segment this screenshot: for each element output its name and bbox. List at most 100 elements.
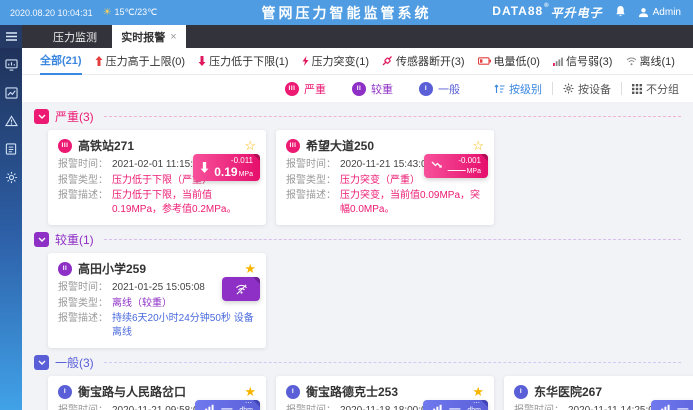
alarm-card[interactable]: I 衡宝路与人民路岔口 ★ 报警时间：2020-11-21 09:58:00 报… — [48, 376, 266, 410]
station-name: 衡宝路德克士253 — [306, 383, 466, 400]
alarm-type: 离线（较重） — [112, 297, 172, 311]
brand-logo: DATA88®平升电子 — [492, 4, 602, 21]
offline-badge — [222, 277, 260, 301]
username: Admin — [653, 7, 681, 18]
alarm-desc: 压力突变，当前值0.09MPa，突幅0.0MPa。 — [340, 189, 484, 216]
arrow-up-icon — [95, 56, 103, 66]
tab-pressure-monitor[interactable]: 压力监测 — [38, 25, 112, 48]
grid-icon — [632, 84, 642, 94]
general-level-icon: I — [58, 385, 72, 399]
alarm-card[interactable]: II 高田小学259 ★ 报警时间：2021-01-25 15:05:08 报警… — [48, 253, 266, 348]
pressure-value: —— — [448, 166, 466, 175]
signal-value-badge: ⋯ — dbm — [651, 400, 693, 410]
star-icon[interactable]: ★ — [244, 262, 256, 275]
collapse-chevron-icon[interactable] — [34, 109, 49, 124]
filter-all[interactable]: 全部(21) — [40, 47, 82, 75]
more-icon: ⋯ — [245, 400, 252, 407]
station-name: 东华医院267 — [534, 383, 693, 400]
station-name: 衡宝路与人民路岔口 — [78, 383, 238, 400]
more-icon: ⋯ — [473, 400, 480, 407]
section-severe-header: 严重(3) — [34, 108, 681, 125]
collapse-chevron-icon[interactable] — [34, 232, 49, 247]
menu-icon[interactable] — [0, 25, 22, 48]
tab-realtime-alarm[interactable]: 实时报警 × — [112, 25, 186, 48]
signal-value: — — [677, 403, 688, 410]
alarm-desc: 持续6天20小时24分钟50秒 设备离线 — [112, 312, 256, 339]
bell-icon[interactable] — [615, 4, 626, 22]
divider — [104, 362, 681, 363]
alarm-card[interactable]: I 衡宝路德克士253 ★ 报警时间：2020-11-18 18:00:00 报… — [276, 376, 494, 410]
station-name: 高铁站271 — [78, 137, 238, 154]
signal-bars-icon — [202, 404, 214, 410]
filter-sensor-disconnect[interactable]: 传感器断开(3) — [382, 48, 464, 74]
alarm-time: 2020-11-18 18:00:00 — [340, 404, 432, 410]
user-menu[interactable]: Admin — [638, 7, 681, 18]
star-icon[interactable]: ☆ — [244, 139, 256, 152]
alarm-time: 2020-11-21 09:58:00 — [112, 404, 204, 410]
filter-pressure-high[interactable]: 压力高于上限(0) — [95, 48, 185, 74]
filter-pressure-surge[interactable]: 压力突变(1) — [302, 48, 369, 74]
chip-moderate[interactable]: II 较重 — [352, 81, 393, 97]
settings-gear-icon[interactable] — [0, 166, 22, 188]
chart-icon[interactable] — [0, 82, 22, 104]
alarm-time: 2020-11-21 15:43:00 — [340, 158, 432, 172]
divider — [552, 82, 553, 95]
pressure-surge-badge: -0.001 ——MPa — [424, 154, 488, 178]
pressure-delta: -0.011 — [231, 157, 253, 165]
sensor-disconnect-icon — [382, 56, 393, 66]
alarm-card[interactable]: III 高铁站271 ☆ 报警时间：2021-02-01 11:15:00 报警… — [48, 130, 266, 225]
top-bar: 2020.08.20 10:04:31 ☀ 15℃/23℃ 管网压力智能监管系统… — [0, 0, 693, 25]
monitor-icon[interactable] — [0, 54, 22, 76]
divider — [104, 116, 681, 117]
group-by-device-button[interactable]: 按设备 — [563, 81, 611, 97]
window-tabbar: 压力监测 实时报警 × — [22, 25, 693, 48]
wifi-off-icon — [235, 284, 248, 295]
filter-battery-low[interactable]: 电量低(0) — [478, 48, 540, 74]
station-name: 高田小学259 — [78, 260, 238, 277]
gear-icon — [563, 83, 574, 94]
pressure-unit: MPa — [239, 171, 253, 178]
alarm-icon[interactable] — [0, 110, 22, 132]
user-icon — [638, 7, 649, 18]
severity-toolbar: III 严重 II 较重 I 一般 按级别 — [22, 75, 693, 102]
weather: ☀ 15℃/23℃ — [103, 7, 158, 18]
arrow-down-icon — [200, 162, 209, 173]
chip-severe[interactable]: III 严重 — [285, 81, 326, 97]
moderate-level-icon: II — [352, 82, 366, 96]
alarm-card[interactable]: I 东华医院267 ☆ 报警时间：2020-11-11 14:25:00 报警类… — [504, 376, 693, 410]
alarm-time: 2021-01-25 15:05:08 — [112, 281, 205, 295]
close-tab-icon[interactable]: × — [170, 31, 176, 43]
pressure-delta: -0.001 — [458, 157, 481, 165]
alarm-time: 2020-11-11 14:25:00 — [568, 404, 659, 410]
pressure-value: 0.19 — [214, 166, 237, 178]
battery-low-icon — [478, 57, 491, 65]
ungrouped-button[interactable]: 不分组 — [632, 81, 679, 97]
station-name: 希望大道250 — [306, 137, 466, 154]
filter-offline[interactable]: 离线(1) — [626, 48, 675, 74]
group-by-level-button[interactable]: 按级别 — [494, 81, 542, 97]
filter-pressure-low[interactable]: 压力低于下限(1) — [198, 48, 288, 74]
signal-value: — — [449, 403, 460, 410]
section-title: 严重(3) — [55, 108, 94, 125]
section-moderate-header: 较重(1) — [34, 231, 681, 248]
chip-general[interactable]: I 一般 — [419, 81, 460, 97]
severe-level-icon: III — [58, 139, 72, 153]
report-icon[interactable] — [0, 138, 22, 160]
divider — [104, 239, 681, 240]
sort-icon — [494, 84, 505, 94]
general-level-icon: I — [286, 385, 300, 399]
arrow-down-icon — [198, 56, 206, 66]
section-title: 一般(3) — [55, 354, 94, 371]
general-level-icon: I — [419, 82, 433, 96]
pressure-value-badge: -0.011 0.19MPa — [193, 154, 260, 181]
alarm-card[interactable]: III 希望大道250 ☆ 报警时间：2020-11-21 15:43:00 报… — [276, 130, 494, 225]
star-icon[interactable]: ★ — [472, 385, 484, 398]
collapse-chevron-icon[interactable] — [34, 355, 49, 370]
sun-icon: ☀ — [103, 7, 112, 18]
filter-signal-weak[interactable]: 信号弱(3) — [553, 48, 612, 74]
star-icon[interactable]: ☆ — [472, 139, 484, 152]
alarm-list: 严重(3) III 高铁站271 ☆ 报警时间：2021-02-01 11:15… — [22, 102, 693, 410]
alarm-desc: 压力低于下限，当前值0.19MPa，参考值0.2MPa。 — [112, 189, 256, 216]
signal-value-badge: ⋯ — dbm — [423, 400, 488, 410]
star-icon[interactable]: ★ — [244, 385, 256, 398]
